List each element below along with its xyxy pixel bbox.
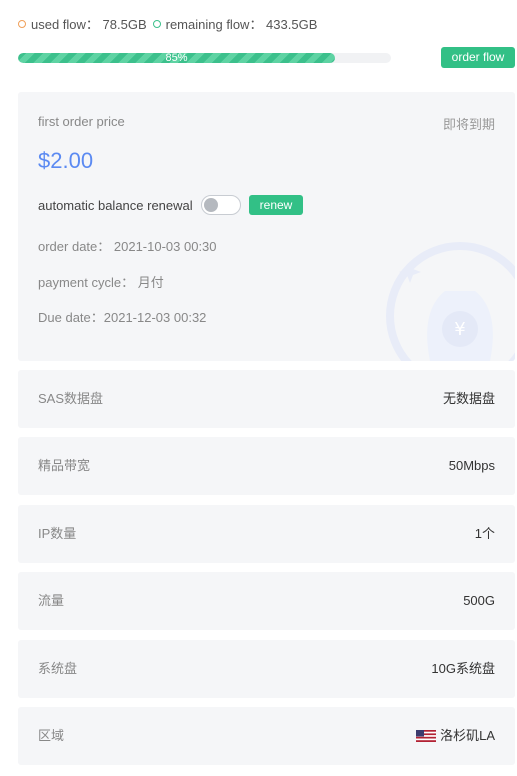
spec-label: 流量 <box>38 593 65 608</box>
spec-label: SAS数据盘 <box>38 391 104 406</box>
spec-row-ip-count: IP数量 1个 <box>18 505 515 563</box>
order-date: order date： 2021-10-03 00:30 <box>38 239 217 254</box>
flow-legend: used flow： 78.5GB remaining flow： 433.5G… <box>18 14 317 33</box>
spec-value: 10G系统盘 <box>431 661 495 676</box>
first-price-label: first order price <box>38 114 125 129</box>
due-date: Due date：2021-12-03 00:32 <box>38 310 207 325</box>
toggle-knob <box>203 198 218 212</box>
remaining-flow-label: remaining flow： 433.5GB <box>165 17 318 32</box>
spec-label: 精品带宽 <box>38 458 91 473</box>
status-badge: 即将到期 <box>442 117 495 132</box>
flow-progress-text: 85% <box>165 53 188 63</box>
renew-button[interactable]: renew <box>248 195 304 215</box>
spec-row-traffic: 流量 500G <box>18 572 515 630</box>
us-flag-icon <box>416 730 437 742</box>
spec-label: IP数量 <box>38 526 77 541</box>
money-bag-icon: ¥ <box>386 242 515 361</box>
spec-row-sas-disk: SAS数据盘 无数据盘 <box>18 370 515 428</box>
auto-renew-toggle[interactable] <box>200 195 241 215</box>
spec-row-region: 区域 洛杉矶LA <box>18 707 515 765</box>
flow-progress-fill: 85% <box>18 53 336 63</box>
spec-value-region: 洛杉矶LA <box>416 707 495 765</box>
spec-row-bandwidth: 精品带宽 50Mbps <box>18 437 515 495</box>
svg-text:¥: ¥ <box>454 319 465 340</box>
remaining-flow-dot-icon <box>152 19 161 28</box>
price-value: $2.00 <box>38 148 94 173</box>
spec-label: 区域 <box>38 728 65 743</box>
spec-value: 500G <box>463 593 495 608</box>
used-flow-label: used flow： 78.5GB <box>31 17 147 32</box>
spec-row-system-disk: 系统盘 10G系统盘 <box>18 640 515 698</box>
flow-progress-bar: 85% <box>18 53 391 63</box>
used-flow-dot-icon <box>18 19 26 28</box>
auto-renew-row: automatic balance renewal renew <box>38 195 304 215</box>
order-flow-button[interactable]: order flow <box>441 47 515 68</box>
order-info-card: ¥ first order price 即将到期 $2.00 automatic… <box>18 92 515 361</box>
spec-value: 1个 <box>474 526 495 541</box>
payment-cycle: payment cycle： 月付 <box>38 275 164 290</box>
spec-value: 50Mbps <box>448 458 495 473</box>
spec-value: 无数据盘 <box>442 391 495 406</box>
auto-renew-label: automatic balance renewal <box>38 197 193 213</box>
spec-label: 系统盘 <box>38 661 78 676</box>
region-value: 洛杉矶LA <box>440 728 495 743</box>
